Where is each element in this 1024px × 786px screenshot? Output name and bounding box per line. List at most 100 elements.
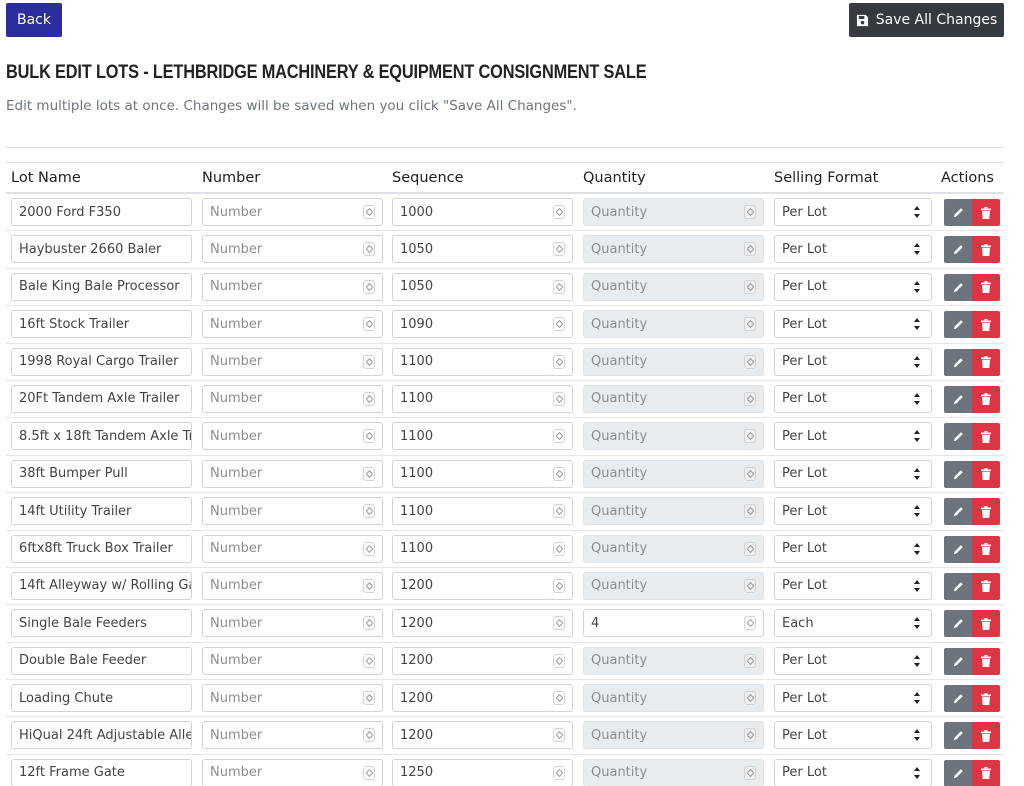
sequence-input[interactable]: 1200 <box>392 684 573 713</box>
lot-name-input[interactable]: Double Bale Feeder <box>11 646 192 675</box>
edit-lot-button[interactable] <box>944 572 972 600</box>
selling-format-select[interactable]: Per Lot <box>774 198 932 226</box>
lot-name-input[interactable]: 14ft Alleyway w/ Rolling Gate <box>11 571 192 600</box>
selling-format-select[interactable]: Per Lot <box>774 497 932 526</box>
edit-lot-button[interactable] <box>944 236 972 264</box>
sequence-input[interactable]: 1090 <box>392 310 573 339</box>
selling-format-select[interactable]: Per Lot <box>774 459 932 488</box>
edit-lot-button[interactable] <box>944 423 972 451</box>
lot-number-input[interactable]: Number <box>202 310 383 339</box>
stepper-icon[interactable] <box>553 653 565 668</box>
delete-lot-button[interactable] <box>972 273 1000 301</box>
stepper-icon[interactable] <box>553 578 565 593</box>
stepper-icon[interactable] <box>553 691 565 706</box>
lot-number-input[interactable]: Number <box>202 347 383 376</box>
lot-name-input[interactable]: Bale King Bale Processor <box>11 272 192 301</box>
lot-name-input[interactable]: 1998 Royal Cargo Trailer <box>11 347 192 376</box>
lot-name-input[interactable]: HiQual 24ft Adjustable Alleyway <box>11 721 192 750</box>
delete-lot-button[interactable] <box>972 423 1000 451</box>
lot-number-input[interactable]: Number <box>202 422 383 451</box>
edit-lot-button[interactable] <box>944 498 972 526</box>
lot-number-input[interactable]: Number <box>202 571 383 600</box>
sequence-input[interactable]: 1100 <box>392 384 573 413</box>
edit-lot-button[interactable] <box>944 685 972 713</box>
delete-lot-button[interactable] <box>972 722 1000 750</box>
selling-format-select[interactable]: Per Lot <box>774 272 932 301</box>
selling-format-select[interactable]: Per Lot <box>774 571 932 600</box>
stepper-icon[interactable] <box>553 728 565 743</box>
delete-lot-button[interactable] <box>972 348 1000 376</box>
sequence-input[interactable]: 1100 <box>392 534 573 563</box>
selling-format-select[interactable]: Per Lot <box>774 534 932 563</box>
stepper-icon[interactable] <box>363 765 375 780</box>
lot-number-input[interactable]: Number <box>202 684 383 713</box>
edit-lot-button[interactable] <box>944 647 972 675</box>
lot-number-input[interactable]: Number <box>202 198 383 226</box>
delete-lot-button[interactable] <box>972 610 1000 638</box>
stepper-icon[interactable] <box>363 354 375 369</box>
edit-lot-button[interactable] <box>944 759 972 786</box>
quantity-input[interactable]: 4 <box>583 609 764 638</box>
stepper-icon[interactable] <box>553 205 565 219</box>
sequence-input[interactable]: 1200 <box>392 609 573 638</box>
lot-name-input[interactable]: 14ft Utility Trailer <box>11 497 192 526</box>
stepper-icon[interactable] <box>553 616 565 631</box>
lot-number-input[interactable]: Number <box>202 758 383 786</box>
stepper-icon[interactable] <box>553 279 565 294</box>
edit-lot-button[interactable] <box>944 311 972 339</box>
edit-lot-button[interactable] <box>944 273 972 301</box>
sequence-input[interactable]: 1050 <box>392 235 573 264</box>
stepper-icon[interactable] <box>363 504 375 519</box>
stepper-icon[interactable] <box>363 691 375 706</box>
lot-name-input[interactable]: 16ft Stock Trailer <box>11 310 192 339</box>
stepper-icon[interactable] <box>363 205 375 219</box>
lot-name-input[interactable]: Haybuster 2660 Baler <box>11 235 192 264</box>
lot-number-input[interactable]: Number <box>202 272 383 301</box>
stepper-icon[interactable] <box>553 466 565 481</box>
edit-lot-button[interactable] <box>944 460 972 488</box>
sequence-input[interactable]: 1100 <box>392 459 573 488</box>
sequence-input[interactable]: 1250 <box>392 758 573 786</box>
selling-format-select[interactable]: Per Lot <box>774 646 932 675</box>
lot-number-input[interactable]: Number <box>202 721 383 750</box>
selling-format-select[interactable]: Per Lot <box>774 422 932 451</box>
lot-name-input[interactable]: 38ft Bumper Pull <box>11 459 192 488</box>
stepper-icon[interactable] <box>363 466 375 481</box>
lot-name-input[interactable]: 6ftx8ft Truck Box Trailer <box>11 534 192 563</box>
selling-format-select[interactable]: Per Lot <box>774 310 932 339</box>
stepper-icon[interactable] <box>363 728 375 743</box>
delete-lot-button[interactable] <box>972 460 1000 488</box>
stepper-icon[interactable] <box>363 578 375 593</box>
stepper-icon[interactable] <box>363 279 375 294</box>
lot-name-input[interactable]: Loading Chute <box>11 684 192 713</box>
delete-lot-button[interactable] <box>972 647 1000 675</box>
selling-format-select[interactable]: Per Lot <box>774 684 932 713</box>
sequence-input[interactable]: 1100 <box>392 347 573 376</box>
back-button[interactable]: Back <box>6 3 62 37</box>
lot-number-input[interactable]: Number <box>202 534 383 563</box>
stepper-icon[interactable] <box>553 354 565 369</box>
lot-name-input[interactable]: 12ft Frame Gate <box>11 758 192 786</box>
stepper-icon[interactable] <box>363 653 375 668</box>
stepper-icon[interactable] <box>363 541 375 556</box>
lot-number-input[interactable]: Number <box>202 646 383 675</box>
sequence-input[interactable]: 1100 <box>392 497 573 526</box>
lot-name-input[interactable]: 2000 Ford F350 <box>11 198 192 226</box>
lot-number-input[interactable]: Number <box>202 497 383 526</box>
edit-lot-button[interactable] <box>944 385 972 413</box>
lot-number-input[interactable]: Number <box>202 384 383 413</box>
stepper-icon[interactable] <box>553 317 565 332</box>
lot-name-input[interactable]: 20Ft Tandem Axle Trailer <box>11 384 192 413</box>
stepper-icon[interactable] <box>363 242 375 257</box>
stepper-icon[interactable] <box>363 317 375 332</box>
lot-name-input[interactable]: 8.5ft x 18ft Tandem Axle Tra <box>11 422 192 451</box>
sequence-input[interactable]: 1100 <box>392 422 573 451</box>
lot-number-input[interactable]: Number <box>202 235 383 264</box>
delete-lot-button[interactable] <box>972 311 1000 339</box>
edit-lot-button[interactable] <box>944 348 972 376</box>
edit-lot-button[interactable] <box>944 535 972 563</box>
sequence-input[interactable]: 1050 <box>392 272 573 301</box>
stepper-icon[interactable] <box>553 429 565 444</box>
sequence-input[interactable]: 1200 <box>392 571 573 600</box>
selling-format-select[interactable]: Per Lot <box>774 235 932 264</box>
